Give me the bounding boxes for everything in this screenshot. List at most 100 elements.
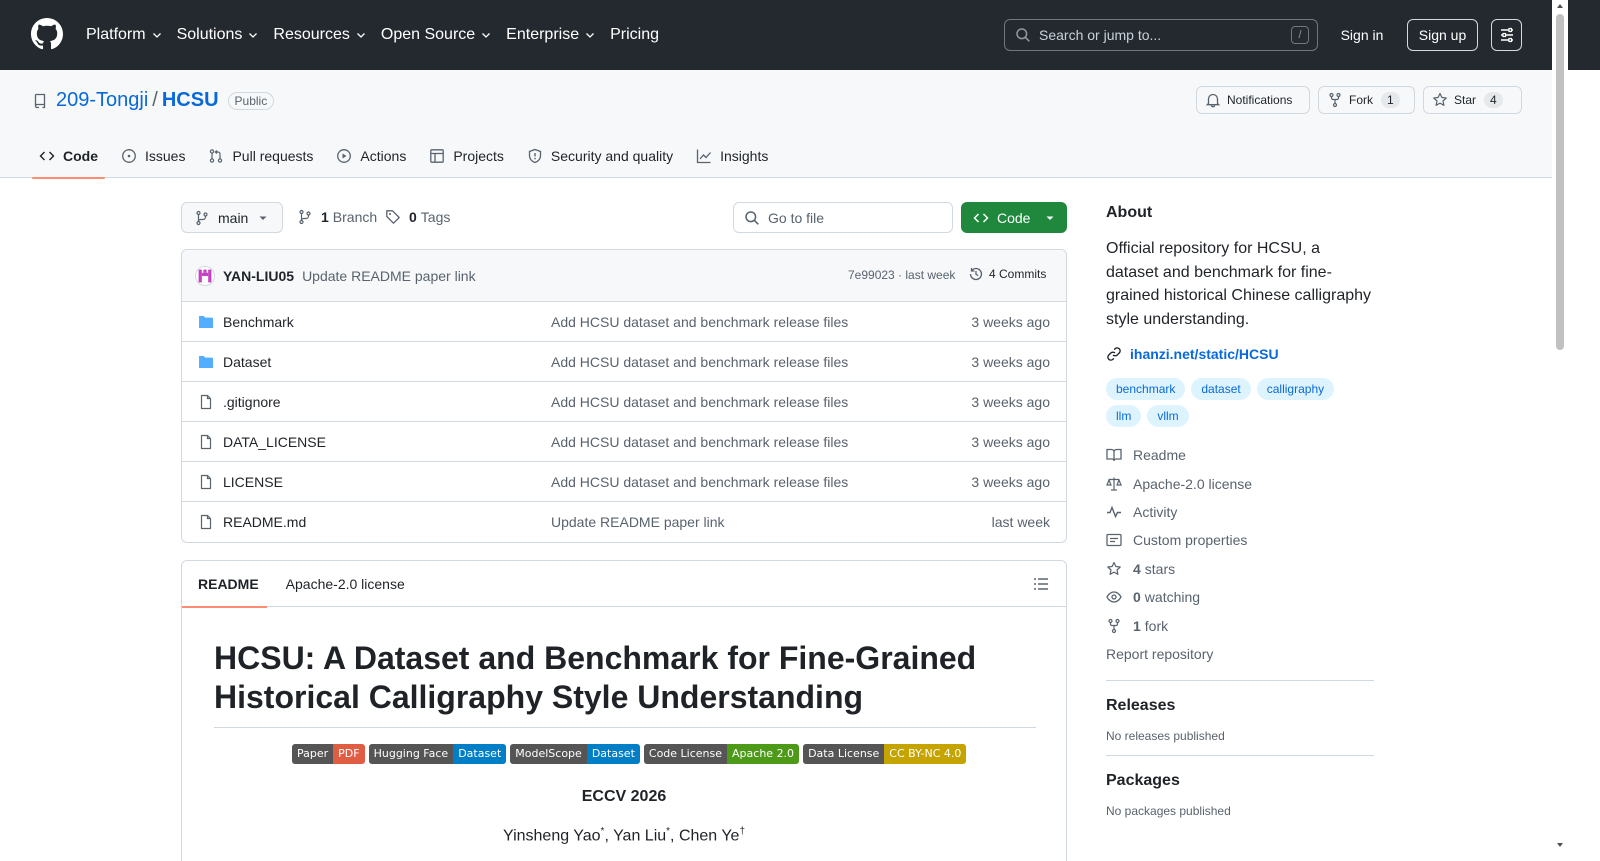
topic-tag[interactable]: dataset: [1191, 378, 1251, 400]
huggingface-badge[interactable]: Hugging Face Dataset: [368, 744, 507, 764]
topic-tag[interactable]: benchmark: [1106, 378, 1186, 400]
about-description: Official repository for HCSU, a dataset …: [1106, 240, 1372, 328]
file-row[interactable]: .gitignore Add HCSU dataset and benchmar…: [182, 382, 1066, 422]
tab-issues[interactable]: Issues: [114, 133, 192, 178]
file-name-link[interactable]: Benchmark: [223, 314, 294, 330]
file-row[interactable]: README.md Update README paper link last …: [182, 502, 1066, 542]
sign-up-button[interactable]: Sign up: [1407, 19, 1478, 51]
code-dropdown-button[interactable]: Code: [961, 202, 1067, 233]
license-link[interactable]: Apache-2.0 license: [1106, 469, 1374, 497]
file-table: YAN-LIU05 Update README paper link 7e990…: [181, 249, 1067, 543]
scroll-up-arrow-icon[interactable]: [1556, 2, 1564, 10]
file-commit-message[interactable]: Add HCSU dataset and benchmark release f…: [551, 434, 848, 450]
report-repository-link[interactable]: Report repository: [1106, 640, 1374, 668]
book-icon: [1106, 449, 1122, 462]
file-name-link[interactable]: LICENSE: [223, 474, 283, 490]
sign-in-link[interactable]: Sign in: [1336, 20, 1388, 50]
tab-license[interactable]: Apache-2.0 license: [286, 561, 405, 607]
tab-code[interactable]: Code: [32, 133, 105, 179]
file-row[interactable]: DATA_LICENSE Add HCSU dataset and benchm…: [182, 422, 1066, 462]
github-logo-icon[interactable]: [31, 18, 63, 50]
tags-link[interactable]: 0 Tags: [385, 209, 450, 225]
branches-link[interactable]: 1 Branch: [297, 209, 377, 225]
file-name-link[interactable]: .gitignore: [223, 394, 281, 410]
custom-properties-link[interactable]: Custom properties: [1106, 526, 1374, 554]
law-icon: [1106, 477, 1122, 491]
badge-left: Code License: [643, 744, 728, 764]
code-license-badge[interactable]: Code License Apache 2.0: [643, 744, 800, 764]
file-row[interactable]: Dataset Add HCSU dataset and benchmark r…: [182, 342, 1066, 382]
tab-pull-requests[interactable]: Pull requests: [201, 133, 320, 178]
repo-owner-link[interactable]: 209-Tongji: [56, 89, 148, 112]
branch-name: main: [218, 209, 249, 226]
file-commit-message[interactable]: Add HCSU dataset and benchmark release f…: [551, 354, 848, 370]
releases-heading[interactable]: Releases: [1106, 697, 1374, 715]
nav-open-source[interactable]: Open Source: [381, 26, 492, 44]
topic-tag[interactable]: vllm: [1147, 405, 1189, 427]
repo-name-link[interactable]: HCSU: [162, 89, 219, 112]
branch-select-button[interactable]: main: [181, 202, 283, 233]
folder-icon: [199, 355, 213, 368]
tab-security[interactable]: Security and quality: [520, 133, 680, 178]
file-commit-message[interactable]: Add HCSU dataset and benchmark release f…: [551, 314, 848, 330]
commit-history-link[interactable]: 4 Commits: [968, 266, 1046, 282]
tab-insights[interactable]: Insights: [689, 133, 775, 178]
file-name-link[interactable]: Dataset: [223, 354, 271, 370]
scrollbar-thumb[interactable]: [1556, 14, 1564, 350]
nav-solutions[interactable]: Solutions: [177, 26, 260, 44]
readme-heading: HCSU: A Dataset and Benchmark for Fine-G…: [214, 639, 1036, 728]
nav-resources[interactable]: Resources: [273, 26, 366, 44]
tab-readme[interactable]: README: [182, 561, 267, 608]
fork-label: Fork: [1349, 93, 1373, 107]
commit-author-link[interactable]: YAN-LIU05: [223, 268, 294, 284]
nav-pricing[interactable]: Pricing: [610, 26, 659, 44]
scroll-down-arrow-icon[interactable]: [1556, 841, 1564, 849]
stars-link[interactable]: 4 stars: [1106, 555, 1374, 583]
go-to-file-input[interactable]: Go to file: [733, 202, 953, 233]
file-commit-message[interactable]: Update README paper link: [551, 514, 725, 530]
file-name-link[interactable]: README.md: [223, 514, 306, 530]
nav-enterprise[interactable]: Enterprise: [506, 26, 596, 44]
notifications-button[interactable]: Notifications: [1196, 86, 1310, 114]
commit-message-link[interactable]: Update README paper link: [302, 268, 476, 284]
branch-icon: [196, 210, 208, 225]
star-button[interactable]: Star 4: [1423, 86, 1522, 114]
topic-tag[interactable]: llm: [1106, 405, 1142, 427]
sliders-icon: [1500, 27, 1513, 43]
settings-menu-button[interactable]: [1491, 19, 1522, 51]
modelscope-badge[interactable]: ModelScope Dataset: [510, 744, 640, 764]
badge-left: Paper: [292, 744, 334, 764]
page-scrollbar[interactable]: [1552, 0, 1568, 861]
watchers-link[interactable]: 0 watching: [1106, 583, 1374, 611]
file-row[interactable]: LICENSE Add HCSU dataset and benchmark r…: [182, 462, 1066, 502]
commit-hash-time[interactable]: 7e99023 · last week: [848, 268, 955, 282]
pull-request-icon: [210, 148, 223, 163]
tab-actions[interactable]: Actions: [329, 133, 413, 178]
activity-link[interactable]: Activity: [1106, 498, 1374, 526]
fork-button[interactable]: Fork 1: [1318, 86, 1415, 114]
nav-label: Platform: [86, 26, 146, 43]
data-license-badge[interactable]: Data License CC BY-NC 4.0: [803, 744, 967, 764]
global-search-input[interactable]: Search or jump to... /: [1004, 19, 1318, 51]
avatar[interactable]: [195, 265, 215, 286]
paper-badge[interactable]: Paper PDF: [292, 744, 365, 764]
nav-platform[interactable]: Platform: [86, 26, 163, 44]
file-commit-message[interactable]: Add HCSU dataset and benchmark release f…: [551, 474, 848, 490]
file-name-link[interactable]: DATA_LICENSE: [223, 434, 326, 450]
badge-right: Dataset: [586, 744, 640, 764]
readme-link[interactable]: Readme: [1106, 441, 1374, 469]
topic-tag[interactable]: calligraphy: [1256, 378, 1335, 400]
badge-left: ModelScope: [510, 744, 587, 764]
tab-projects[interactable]: Projects: [422, 133, 511, 178]
author-mark: †: [739, 826, 746, 837]
file-commit-message[interactable]: Add HCSU dataset and benchmark release f…: [551, 394, 848, 410]
website-link[interactable]: ihanzi.net/static/HCSU: [1106, 346, 1374, 362]
meta-count: 1: [1133, 617, 1141, 634]
file-icon: [200, 394, 212, 409]
meta-label: 0 watching: [1133, 589, 1200, 605]
packages-heading[interactable]: Packages: [1106, 772, 1374, 790]
forks-link[interactable]: 1 fork: [1106, 611, 1374, 639]
global-nav: Platform Solutions Resources Open Source…: [86, 0, 673, 70]
file-row[interactable]: Benchmark Add HCSU dataset and benchmark…: [182, 302, 1066, 342]
list-unordered-icon[interactable]: [1033, 576, 1049, 592]
